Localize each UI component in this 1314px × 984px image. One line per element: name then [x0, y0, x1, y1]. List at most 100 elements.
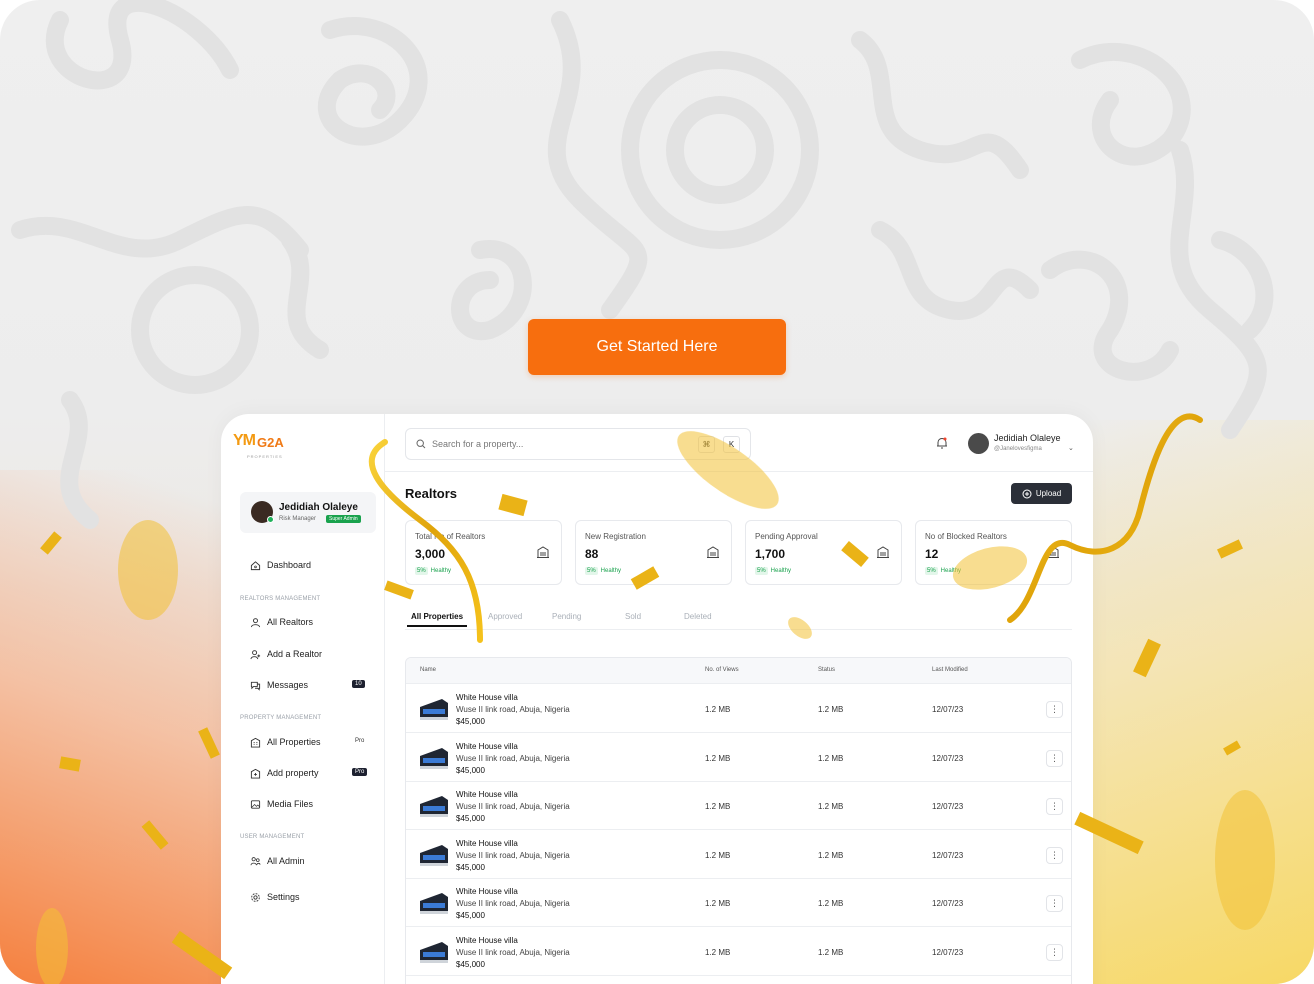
sidebar-item-label: All Admin — [267, 856, 305, 866]
property-title: White House villa — [456, 790, 518, 799]
upload-label: Upload — [1035, 489, 1062, 498]
stat-card-blocked-realtors: No of Blocked Realtors 12 5% Healthy — [915, 520, 1072, 585]
users-icon — [250, 856, 261, 865]
stat-change: 5% Healthy — [755, 567, 791, 575]
table-row[interactable]: White House villa Wuse II link road, Abu… — [406, 734, 1071, 782]
search-icon — [416, 439, 426, 449]
logo-mark: YM — [233, 432, 256, 449]
stat-change: 5% Healthy — [585, 567, 621, 575]
tab-deleted[interactable]: Deleted — [684, 612, 712, 621]
sidebar-item-media-files[interactable]: Media Files — [250, 797, 313, 811]
get-started-button[interactable]: Get Started Here — [528, 319, 786, 375]
shortcut-k-key: K — [723, 436, 740, 453]
status-cell: 1.2 MB — [818, 802, 844, 811]
table-row[interactable]: White House villa Wuse II link road, Abu… — [406, 879, 1071, 927]
more-options-button[interactable]: ⋮ — [1046, 944, 1063, 961]
property-thumbnail — [420, 748, 448, 769]
sidebar-item-messages[interactable]: Messages 10 — [250, 678, 365, 692]
user-menu[interactable]: Jedidiah Olaleye @Janelovesfigma ⌄ — [968, 432, 1088, 456]
property-price: $45,000 — [456, 911, 485, 920]
user-avatar — [968, 433, 989, 454]
stat-change: 5% Healthy — [415, 567, 451, 575]
stat-status: Healthy — [600, 568, 622, 574]
property-address: Wuse II link road, Abuja, Nigeria — [456, 948, 570, 957]
shortcut-cmd-key: ⌘ — [698, 436, 715, 453]
column-header[interactable]: Name — [420, 667, 436, 673]
stat-label: No of Blocked Realtors — [925, 532, 1007, 541]
property-price: $45,000 — [456, 717, 485, 726]
sidebar-item-label: All Realtors — [267, 617, 314, 627]
views-cell: 1.2 MB — [705, 899, 731, 908]
messages-count-badge: 10 — [352, 680, 365, 688]
tab-all-properties[interactable]: All Properties — [406, 612, 468, 627]
views-cell: 1.2 MB — [705, 705, 731, 714]
brand-logo[interactable]: YM G2A PROPERTIES — [233, 432, 284, 459]
sidebar-item-label: Media Files — [267, 799, 314, 809]
stat-change-value: 5% — [925, 567, 938, 575]
property-title: White House villa — [456, 936, 518, 945]
section-property-management: PROPERTY MANAGEMENT — [240, 715, 322, 721]
stat-value: 1,700 — [755, 547, 786, 561]
role-badge: Super Admin — [326, 515, 361, 523]
table-row[interactable]: White House villa Wuse II link road, Abu… — [406, 782, 1071, 830]
table-header: Name No. of Views Status Last Modified — [406, 658, 1071, 684]
column-header[interactable]: Last Modified — [932, 667, 968, 673]
modified-cell: 12/07/23 — [932, 948, 964, 957]
search-box[interactable]: Search for a property... ⌘ K — [405, 428, 751, 460]
page-title: Realtors — [405, 486, 458, 501]
property-title: White House villa — [456, 693, 518, 702]
pro-badge: Pro — [355, 738, 365, 744]
sidebar-item-all-properties[interactable]: All Properties Pro — [250, 735, 364, 749]
sidebar: YM G2A PROPERTIES Jedidiah Olaleye Risk … — [221, 414, 385, 984]
logo-text: G2A — [257, 435, 284, 450]
sidebar-item-add-property[interactable]: Add property Pro — [250, 766, 368, 780]
building-icon — [877, 546, 889, 558]
more-options-button[interactable]: ⋮ — [1046, 798, 1063, 815]
table-row[interactable]: White House villa Wuse II link road, Abu… — [406, 928, 1071, 976]
modified-cell: 12/07/23 — [932, 705, 964, 714]
sidebar-item-all-realtors[interactable]: All Realtors — [250, 615, 313, 629]
sidebar-item-all-admin[interactable]: All Admin — [250, 854, 305, 868]
more-options-button[interactable]: ⋮ — [1046, 750, 1063, 767]
views-cell: 1.2 MB — [705, 851, 731, 860]
stat-card-total-realtors: Total No of Realtors 3,000 5% Healthy — [405, 520, 562, 585]
upload-button[interactable]: Upload — [1011, 483, 1072, 504]
status-cell: 1.2 MB — [818, 705, 844, 714]
sidebar-item-label: Dashboard — [267, 560, 312, 570]
more-options-button[interactable]: ⋮ — [1046, 847, 1063, 864]
sidebar-item-label: Add property — [267, 768, 319, 778]
status-cell: 1.2 MB — [818, 899, 844, 908]
user-add-icon — [250, 649, 261, 659]
bell-icon[interactable] — [935, 436, 949, 450]
more-options-button[interactable]: ⋮ — [1046, 895, 1063, 912]
online-status-dot — [267, 516, 274, 523]
tab-approved[interactable]: Approved — [488, 612, 522, 621]
tab-pending[interactable]: Pending — [552, 612, 581, 621]
modified-cell: 12/07/23 — [932, 802, 964, 811]
column-header[interactable]: No. of Views — [705, 667, 739, 673]
table-row[interactable]: White House villa Wuse II link road, Abu… — [406, 831, 1071, 879]
more-options-button[interactable]: ⋮ — [1046, 701, 1063, 718]
views-cell: 1.2 MB — [705, 754, 731, 763]
column-header[interactable]: Status — [818, 667, 835, 673]
sidebar-item-add-realtor[interactable]: Add a Realtor — [250, 647, 322, 661]
sidebar-item-settings[interactable]: Settings — [250, 890, 300, 904]
stat-change-value: 5% — [755, 567, 768, 575]
building-icon — [1047, 546, 1059, 558]
status-cell: 1.2 MB — [818, 851, 844, 860]
building-icon — [250, 737, 261, 748]
tab-sold[interactable]: Sold — [625, 612, 641, 621]
property-price: $45,000 — [456, 863, 485, 872]
table-row[interactable]: White House villa Wuse II link road, Abu… — [406, 685, 1071, 733]
user-icon — [250, 617, 261, 627]
search-input[interactable]: Search for a property... — [432, 439, 523, 449]
profile-card[interactable]: Jedidiah Olaleye Risk Manager Super Admi… — [240, 492, 376, 533]
views-cell: 1.2 MB — [705, 948, 731, 957]
stat-label: Total No of Realtors — [415, 532, 486, 541]
views-cell: 1.2 MB — [705, 802, 731, 811]
property-title: White House villa — [456, 887, 518, 896]
stat-label: New Registration — [585, 532, 646, 541]
hero-stage: Get Started Here YM G2A PROPERTIES Jedid… — [0, 0, 1314, 984]
chat-icon — [250, 681, 261, 691]
sidebar-item-dashboard[interactable]: Dashboard — [250, 558, 311, 572]
